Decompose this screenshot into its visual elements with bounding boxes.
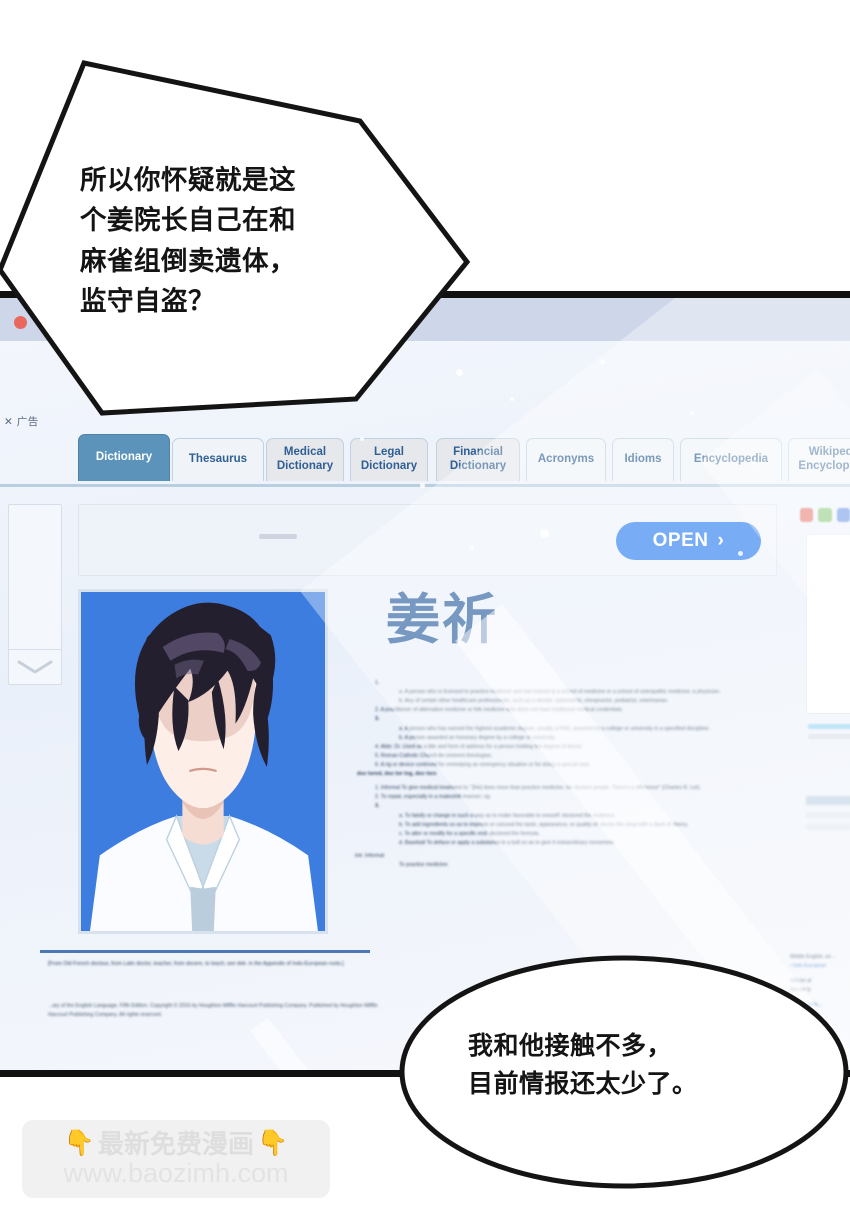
- watermark-text: 最新免费漫画: [97, 1128, 254, 1159]
- sparkle-dot: [540, 529, 549, 538]
- sidebar-block-line: [806, 824, 850, 830]
- tab-idioms[interactable]: Idioms: [612, 438, 674, 481]
- definition-item: 3.: [375, 803, 380, 810]
- definition-item: 3.: [375, 716, 380, 723]
- sparkle-dot: [510, 397, 514, 401]
- sidebar-link-list[interactable]: [808, 724, 850, 744]
- definition-item: c. To alter or modify for a specific end…: [399, 830, 540, 837]
- sparkle-dot: [752, 461, 756, 465]
- inflection-line: doc·tored, doc·tor·ing, doc·tors: [357, 771, 437, 778]
- speech-bubble-top: 所以你怀疑就是这 个姜院长自己在和 麻雀组倒卖遗体， 监守自盗？: [0, 55, 480, 416]
- tab-financial-dictionary[interactable]: Financial Dictionary: [436, 438, 520, 481]
- tab-label: Encyclopedia: [693, 453, 769, 466]
- sidebar-block-heading: [806, 796, 850, 805]
- site-watermark: 👇 最新免费漫画 👇 www.baozimh.com: [22, 1120, 330, 1198]
- pointing-down-hand-icon-left: 👇: [63, 1129, 95, 1158]
- etymology-text: [From Old French doctour, from Latin doc…: [48, 961, 344, 967]
- tab-label: Thesaurus: [188, 453, 248, 466]
- definition-item: 2. A practitioner of alternative medicin…: [375, 707, 624, 714]
- definition-item: 1.: [375, 680, 380, 686]
- definition-item: a. To falsify or change in such a way as…: [399, 812, 616, 819]
- portrait-illustration: [81, 592, 325, 931]
- tab-wikipedia-encyclopedia[interactable]: Wikipedia Encyclopedia: [788, 438, 850, 481]
- definition-item: 5. Roman Catholic Church An eminent theo…: [375, 752, 493, 759]
- tab-label: Acronyms: [537, 453, 595, 466]
- left-sidebar-panel: [8, 504, 62, 651]
- sidebar-ad-card[interactable]: [806, 534, 850, 714]
- definition-item: intr. Informal: [355, 852, 385, 859]
- copyright-text: ...ary of the English Language, Fifth Ed…: [48, 1003, 378, 1019]
- sparkle-dot: [420, 483, 425, 488]
- definition-item: a. A person who is licensed to practice …: [399, 689, 721, 696]
- definition-item: 1. Informal To give medical treatment to…: [375, 785, 701, 792]
- definition-item: b. A person awarded an honorary degree b…: [399, 734, 556, 741]
- speech-bubble-bottom: 我和他接触不多， 目前情报还太少了。: [398, 955, 850, 1190]
- dictionary-tab-strip: Dictionary Thesaurus Medical Dictionary …: [0, 429, 850, 487]
- tab-encyclopedia[interactable]: Encyclopedia: [680, 438, 782, 481]
- sidebar-link[interactable]: [808, 734, 850, 739]
- bubble-line: 所以你怀疑就是这: [80, 165, 296, 195]
- sidebar-block-line: [806, 812, 850, 818]
- sparkle-dot: [738, 551, 743, 556]
- ad-placeholder-text: [259, 534, 297, 539]
- tab-label: Financial Dictionary: [449, 446, 507, 472]
- tab-label: Idioms: [624, 453, 662, 466]
- sidebar-expand-button[interactable]: [8, 649, 62, 685]
- share-icon-green[interactable]: [818, 508, 832, 522]
- tab-label: Wikipedia Encyclopedia: [798, 446, 850, 472]
- tab-label: Medical Dictionary: [276, 446, 334, 472]
- tab-dictionary[interactable]: Dictionary: [78, 434, 170, 481]
- definition-item: a. A person who has earned the highest a…: [399, 725, 710, 732]
- bubble-line: 个姜院长自己在和: [80, 205, 296, 236]
- bubble-line: 目前情报还太少了。: [468, 1070, 698, 1098]
- watermark-url: www.baozimh.com: [63, 1157, 289, 1188]
- ad-close-label[interactable]: ✕ 广告: [4, 414, 39, 429]
- definition-list: 1. a. A person who is licensed to practi…: [355, 679, 780, 870]
- open-button-label: OPEN: [652, 530, 709, 551]
- sidebar-secondary-block: [806, 796, 850, 836]
- character-portrait-photo: [78, 589, 328, 934]
- advertisement-banner[interactable]: OPEN ›: [78, 504, 777, 576]
- tab-label: Legal Dictionary: [360, 446, 418, 472]
- chevron-down-icon: [17, 660, 53, 674]
- definition-item: b. To add ingredients so as to improve o…: [399, 821, 689, 828]
- sparkle-dot: [470, 546, 474, 550]
- definition-item: b. Any of certain other healthcare profe…: [399, 698, 669, 705]
- definition-item: To practice medicine.: [399, 862, 449, 869]
- tab-thesaurus[interactable]: Thesaurus: [172, 438, 264, 481]
- chevron-right-icon: ›: [717, 530, 725, 551]
- social-share-icons[interactable]: [800, 507, 850, 523]
- pointing-down-hand-icon-right: 👇: [257, 1129, 289, 1158]
- tab-label: Dictionary: [95, 451, 153, 464]
- watermark-headline: 👇 最新免费漫画 👇: [64, 1131, 288, 1157]
- sparkle-dot: [690, 411, 694, 415]
- sparkle-dot: [360, 437, 364, 441]
- share-icon-red[interactable]: [800, 508, 814, 522]
- tab-legal-dictionary[interactable]: Legal Dictionary: [350, 438, 428, 481]
- share-icon-blue[interactable]: [836, 508, 850, 522]
- definition-item: 6. A rig or device contrived for remedyi…: [375, 761, 591, 768]
- sparkle-dot: [600, 359, 605, 364]
- speech-bubble-bottom-text: 我和他接触不多， 目前情报还太少了。: [468, 1027, 798, 1103]
- bubble-line: 监守自盗？: [80, 285, 215, 316]
- definition-item: d. Baseball To deface or apply a substan…: [399, 839, 616, 846]
- section-divider: [40, 950, 370, 953]
- sidebar-link[interactable]: [808, 724, 850, 729]
- tab-acronyms[interactable]: Acronyms: [526, 438, 606, 481]
- speech-bubble-top-text: 所以你怀疑就是这 个姜院长自己在和 麻雀组倒卖遗体， 监守自盗？: [80, 160, 380, 321]
- definition-item: 2. To repair, especially in a makeshift …: [375, 794, 492, 801]
- bubble-line: 麻雀组倒卖遗体，: [80, 245, 296, 276]
- article-headword: 姜祈: [386, 590, 498, 650]
- bubble-line: 我和他接触不多，: [468, 1032, 673, 1060]
- definition-item: 4. Abbr. Dr. Used as a title and form of…: [375, 743, 584, 750]
- tab-medical-dictionary[interactable]: Medical Dictionary: [266, 438, 344, 481]
